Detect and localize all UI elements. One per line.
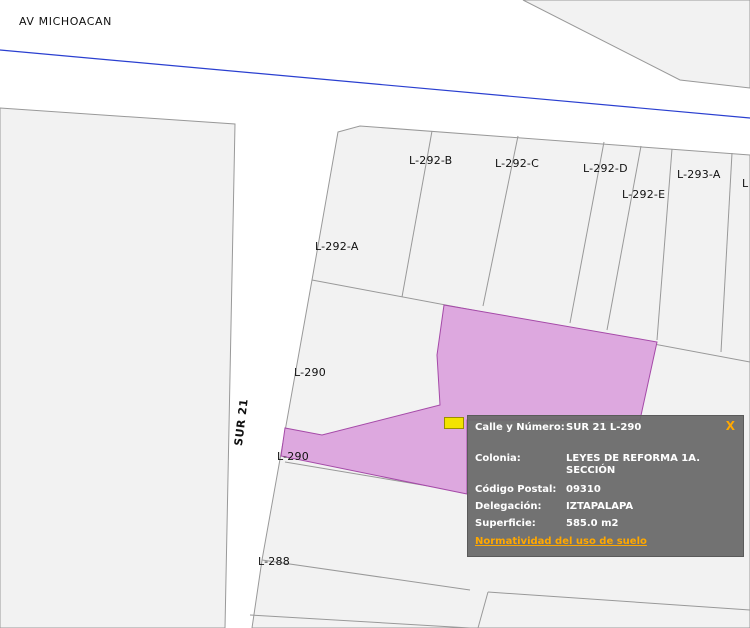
location-marker[interactable] [444, 417, 464, 429]
popup-key: Colonia: [475, 453, 521, 464]
street-label-av-michoacan: AV MICHOACAN [19, 15, 112, 28]
lot-label: L-290 [294, 366, 326, 379]
lot-label: L-290 [277, 450, 309, 463]
lot-label: L [742, 177, 749, 190]
lot-label: L-292-A [315, 240, 359, 253]
popup-value: 09310 [566, 484, 601, 495]
lot-label: L-293-A [677, 168, 721, 181]
popup-value: SUR 21 L-290 [566, 422, 642, 433]
popup-row-delegacion: Delegación: IZTAPALAPA [475, 501, 737, 513]
lot-label: L-292-E [622, 188, 666, 201]
lot-label: L-292-D [583, 162, 628, 175]
popup-value: 585.0 m2 [566, 518, 619, 529]
block-left [0, 107, 236, 628]
popup-key: Superficie: [475, 518, 536, 529]
lot-label: L-288 [258, 555, 290, 568]
lot-label: L-292-B [409, 154, 453, 167]
popup-row-postal-code: Código Postal: 09310 [475, 484, 737, 496]
popup-key: Delegación: [475, 501, 542, 512]
lot-label: L-292-C [495, 157, 539, 170]
popup-row-superficie: Superficie: 585.0 m2 [475, 518, 737, 530]
popup-key: Código Postal: [475, 484, 557, 495]
popup-row-street: Calle y Número: SUR 21 L-290 [475, 422, 737, 434]
popup-value: LEYES DE REFORMA 1A. SECCIÓN [566, 453, 700, 476]
popup-row-colonia: Colonia: LEYES DE REFORMA 1A. SECCIÓN [475, 453, 737, 477]
land-use-link[interactable]: Normatividad del uso de suelo [475, 536, 647, 548]
popup-key: Calle y Número: [475, 422, 565, 433]
parcel-info-popup: X Calle y Número: SUR 21 L-290 Colonia: … [467, 415, 744, 557]
popup-value: IZTAPALAPA [566, 501, 634, 512]
